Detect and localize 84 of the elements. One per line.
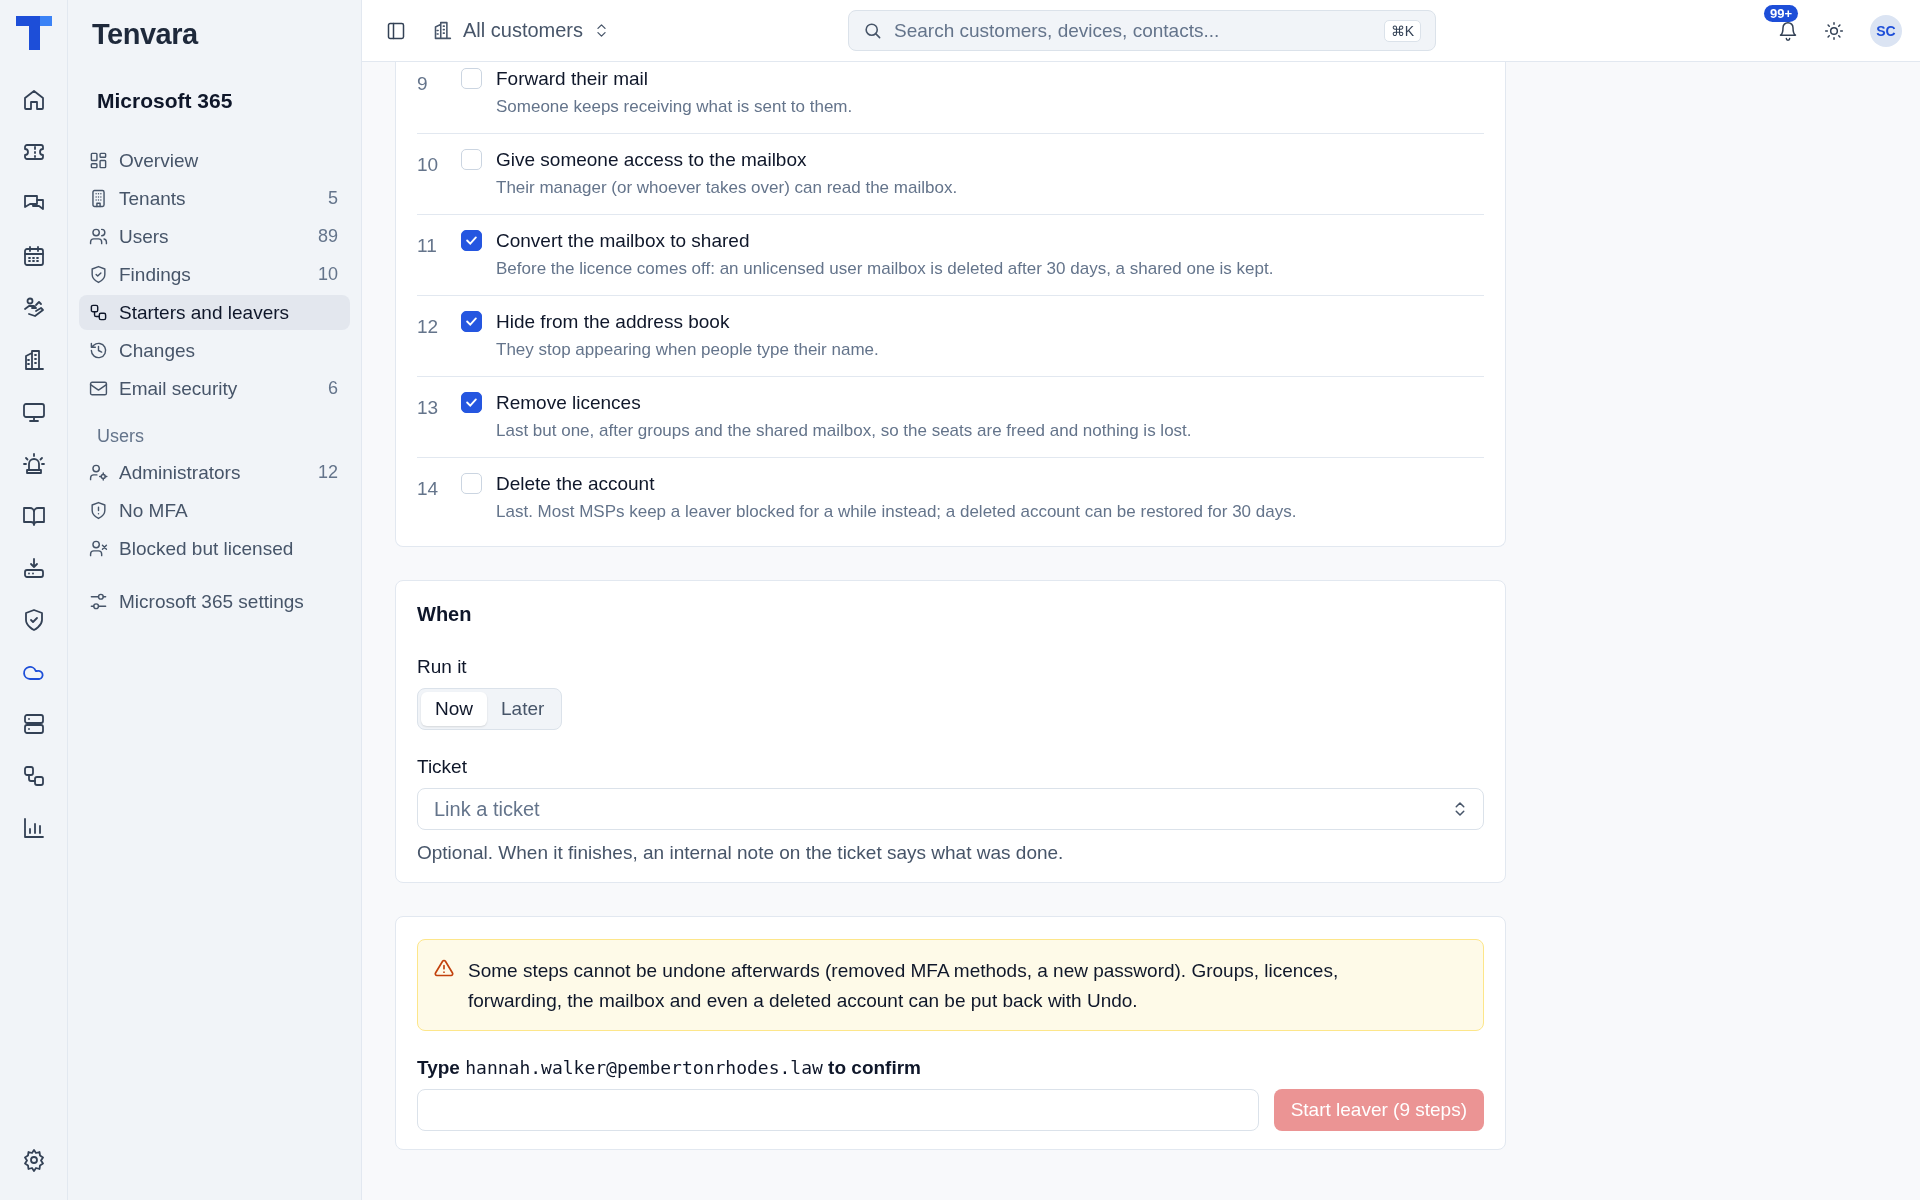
step-number: 11 <box>417 234 438 257</box>
sidebar-item[interactable]: Changes <box>79 333 350 368</box>
sidebar-toggle-icon[interactable] <box>386 20 406 41</box>
field-label: Ticket <box>417 756 468 778</box>
calendar-icon[interactable] <box>21 244 46 268</box>
checkmark-icon <box>464 314 479 329</box>
history-icon <box>89 341 108 360</box>
search-input[interactable]: Search customers, devices, contacts... <box>892 18 1374 43</box>
step-description: Last. Most MSPs keep a leaver blocked for a while instead; a deleted account can be restored for 30 days. <box>496 502 1297 522</box>
step-description: Last but one, after groups and the shared mailbox, so the seats are freed and nothing is lost. <box>496 421 1192 441</box>
field-hint: Optional. When it finishes, an internal note on the ticket says what was done. <box>417 842 1065 864</box>
mail-icon <box>89 379 108 398</box>
brand-name: Tenvara <box>91 18 200 51</box>
field-label: Run it <box>417 656 468 678</box>
checkmark-icon <box>464 233 479 248</box>
users-icon <box>89 227 108 246</box>
bell-icon[interactable] <box>1778 20 1798 41</box>
home-icon[interactable] <box>21 88 46 112</box>
sidebar-item[interactable]: No MFA <box>79 493 350 528</box>
shortcut-key: ⌘K <box>1383 19 1421 42</box>
user-avatar[interactable]: SC <box>1870 14 1902 47</box>
search-icon <box>863 21 882 40</box>
user-x-icon <box>89 539 108 558</box>
settings-link[interactable]: Microsoft 365 settings <box>79 584 350 619</box>
sliders-icon <box>89 592 108 611</box>
sidebar-item[interactable]: Email security 6 <box>79 371 350 406</box>
book-icon[interactable] <box>21 504 46 528</box>
section-heading: Users <box>96 426 145 447</box>
step-number: 14 <box>417 477 440 500</box>
sidebar-item[interactable]: Tenants 5 <box>79 181 350 216</box>
checkbox[interactable] <box>461 311 482 332</box>
checkbox[interactable] <box>461 230 482 251</box>
sidebar-item[interactable]: Findings 10 <box>79 257 350 292</box>
step-title: Hide from the address book <box>496 311 731 333</box>
step-title: Remove licences <box>496 392 642 414</box>
checkmark-icon <box>464 395 479 410</box>
confirm-label: Type hannah.walker@pembertonrhodes.law to confirm <box>417 1057 922 1079</box>
sidebar-item[interactable]: Blocked but licensed <box>79 531 350 566</box>
sidebar-item[interactable]: Starters and leavers <box>79 295 350 330</box>
shield-alert-icon <box>89 501 108 520</box>
bar-chart-icon[interactable] <box>21 816 46 840</box>
segment-option[interactable]: Later <box>487 692 559 726</box>
sidebar-title: Microsoft 365 <box>96 89 234 113</box>
customer-selector[interactable]: All customers <box>432 19 611 42</box>
monitor-icon[interactable] <box>21 400 46 424</box>
step-description: Their manager (or whoever takes over) can read the mailbox. <box>496 178 958 198</box>
sidebar-item[interactable]: Administrators 12 <box>79 455 350 490</box>
segment-option[interactable]: Now <box>421 692 487 726</box>
workflow-icon <box>89 303 108 322</box>
step-title: Forward their mail <box>496 68 650 90</box>
warning-icon <box>434 958 454 978</box>
card-title: When <box>417 603 473 626</box>
ticket-select[interactable]: Link a ticket <box>432 796 1451 822</box>
step-number: 10 <box>417 153 440 176</box>
sidebar-item[interactable]: Users 89 <box>79 219 350 254</box>
settings-icon[interactable] <box>21 1148 46 1172</box>
sidebar-item[interactable]: Overview <box>79 143 350 178</box>
siren-icon[interactable] <box>21 452 46 476</box>
grid-icon <box>89 151 108 170</box>
hand-icon[interactable] <box>21 296 46 320</box>
notification-badge: 99+ <box>1764 4 1799 22</box>
sun-icon[interactable] <box>1824 20 1844 41</box>
building-icon <box>89 189 108 208</box>
warning-text: Some steps cannot be undone afterwards (removed MFA methods, a new password). Groups, licences, forwarding, the mailbox and even a deleted account can be put back with Undo. <box>468 959 1340 1013</box>
step-number: 13 <box>417 396 440 419</box>
workflow-icon[interactable] <box>21 764 46 788</box>
confirm-input[interactable] <box>417 1089 1259 1131</box>
server-icon[interactable] <box>21 712 46 736</box>
step-description: Someone keeps receiving what is sent to them. <box>496 97 853 117</box>
step-title: Delete the account <box>496 473 656 495</box>
step-number: 12 <box>417 315 440 338</box>
step-title: Give someone access to the mailbox <box>496 149 808 171</box>
logo-icon[interactable] <box>15 16 52 50</box>
step-title: Convert the mailbox to shared <box>496 230 751 252</box>
step-description: Before the licence comes off: an unlicensed user mailbox is deleted after 30 days, a shared one is kept. <box>496 259 1274 279</box>
checkbox[interactable] <box>461 392 482 413</box>
router-icon[interactable] <box>21 556 46 580</box>
building-icon <box>432 20 453 41</box>
step-number: 9 <box>417 72 429 95</box>
ticket-field[interactable]: Link a ticket <box>417 788 1484 830</box>
user-cog-icon <box>89 463 108 482</box>
shield-icon <box>89 265 108 284</box>
step-description: They stop appearing when people type their name. <box>496 340 879 360</box>
search-field[interactable]: Search customers, devices, contacts... ⌘K <box>848 10 1436 51</box>
